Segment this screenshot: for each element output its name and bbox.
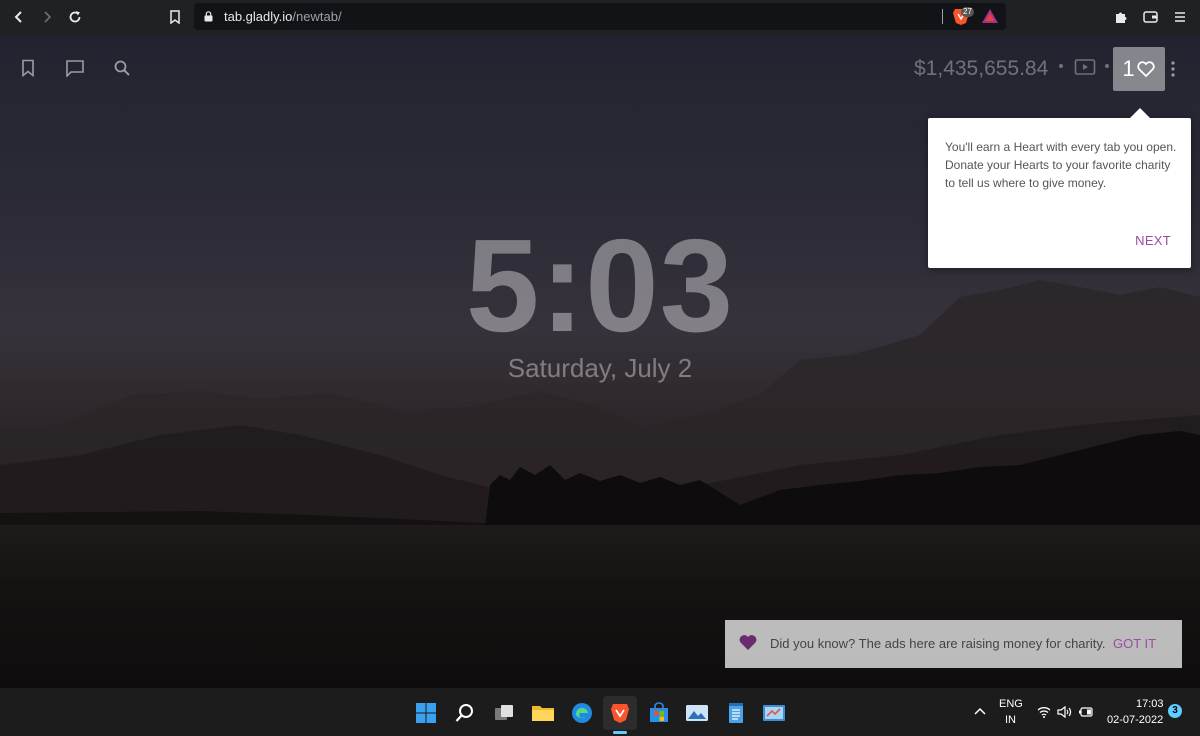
puzzle-icon <box>1115 12 1126 23</box>
tray-clock-date[interactable]: 02-07-2022 <box>1107 714 1163 726</box>
video-play-icon <box>1074 59 1096 75</box>
microsoft-store-app[interactable] <box>642 696 676 730</box>
notification-count-badge[interactable]: 3 <box>1168 704 1182 718</box>
hamburger-icon <box>1175 12 1185 22</box>
bookmark-outline-icon <box>22 59 34 77</box>
windows-logo-icon <box>416 703 436 723</box>
bookmark-page-button[interactable] <box>164 6 186 28</box>
search-widget-button[interactable] <box>110 56 134 80</box>
speaker-icon <box>1057 705 1072 719</box>
reload-button[interactable] <box>64 6 86 28</box>
more-options-button[interactable] <box>1168 59 1178 79</box>
volume-button[interactable] <box>1056 704 1072 720</box>
separator-dot <box>1059 64 1063 68</box>
control-panel-icon <box>763 705 785 721</box>
brave-shields-button[interactable]: 27 <box>952 7 974 27</box>
money-raised[interactable]: $1,435,655.84 <box>914 57 1048 81</box>
wifi-icon <box>1037 707 1051 718</box>
taskbar: ENG IN 17:03 02-07-2022 <box>0 688 1200 736</box>
heart-outline-icon <box>1136 61 1155 78</box>
clock-time: 5:03 <box>465 212 735 359</box>
chat-bubble-icon <box>66 60 84 77</box>
search-icon <box>114 60 130 76</box>
folder-icon <box>532 706 554 721</box>
active-app-indicator <box>613 731 627 734</box>
reload-icon <box>69 11 81 23</box>
wifi-button[interactable] <box>1036 704 1052 720</box>
hearts-button[interactable]: 1 <box>1113 47 1165 91</box>
store-bag-icon <box>650 702 668 722</box>
chevron-up-icon <box>974 707 986 715</box>
forward-button[interactable] <box>36 6 58 28</box>
vertical-dots-icon <box>1171 61 1175 77</box>
wallet-button[interactable] <box>1140 6 1162 28</box>
brave-app[interactable] <box>603 696 637 730</box>
heart-filled-icon <box>739 635 757 650</box>
bookmark-icon <box>170 10 180 24</box>
browser-toolbar: tab.gladly.io/newtab/ 27 <box>0 0 1200 35</box>
photos-app[interactable] <box>680 696 714 730</box>
notes-widget-button[interactable] <box>63 56 87 80</box>
back-icon <box>14 11 22 23</box>
address-bar[interactable]: tab.gladly.io/newtab/ 27 <box>194 3 1006 30</box>
video-ad-button[interactable] <box>1074 58 1096 83</box>
notepad-icon <box>729 703 743 723</box>
taskbar-search-button[interactable] <box>448 696 482 730</box>
back-button[interactable] <box>8 6 30 28</box>
rewards-triangle-icon <box>982 9 998 23</box>
shields-count-badge: 27 <box>961 7 974 17</box>
file-explorer-app[interactable] <box>526 696 560 730</box>
language-indicator-top[interactable]: ENG <box>999 698 1023 710</box>
lock-icon <box>204 11 213 22</box>
search-icon <box>455 704 473 722</box>
task-view-button[interactable] <box>487 696 521 730</box>
battery-button[interactable] <box>1078 704 1094 720</box>
separator-dot <box>1105 64 1109 68</box>
charity-notice-text: Did you know? The ads here are raising m… <box>770 636 1106 651</box>
photo-mountain-icon <box>686 705 708 721</box>
url-text: tab.gladly.io/newtab/ <box>224 9 342 24</box>
newtab-page: $1,435,655.84 1 You'll earn a Heart with… <box>0 35 1200 688</box>
notepad-app[interactable] <box>719 696 753 730</box>
extensions-button[interactable] <box>1110 6 1132 28</box>
url-domain: tab.gladly.io <box>224 9 293 24</box>
wallet-icon <box>1143 11 1158 23</box>
got-it-button[interactable]: GOT IT <box>1113 636 1156 651</box>
hearts-count: 1 <box>1122 56 1135 81</box>
charity-notice: Did you know? The ads here are raising m… <box>725 620 1182 668</box>
edge-app[interactable] <box>565 696 599 730</box>
brave-lion-icon <box>611 704 629 723</box>
language-indicator-bottom[interactable]: IN <box>1005 714 1016 726</box>
url-separator <box>942 9 943 24</box>
menu-button[interactable] <box>1169 6 1191 28</box>
url-path: /newtab/ <box>292 9 342 24</box>
tray-clock-time[interactable]: 17:03 <box>1136 698 1164 710</box>
task-view-icon <box>495 705 513 720</box>
forward-icon <box>44 11 52 23</box>
battery-icon <box>1079 707 1093 717</box>
start-button[interactable] <box>409 696 443 730</box>
clock-date: Saturday, July 2 <box>507 353 693 383</box>
show-hidden-icons-button[interactable] <box>973 704 987 722</box>
brave-rewards-button[interactable] <box>981 8 999 26</box>
tooltip-text: You'll earn a Heart with every tab you o… <box>945 140 1177 190</box>
edge-browser-icon <box>572 703 592 723</box>
control-panel-app[interactable] <box>757 696 791 730</box>
bookmarks-widget-button[interactable] <box>16 56 40 80</box>
